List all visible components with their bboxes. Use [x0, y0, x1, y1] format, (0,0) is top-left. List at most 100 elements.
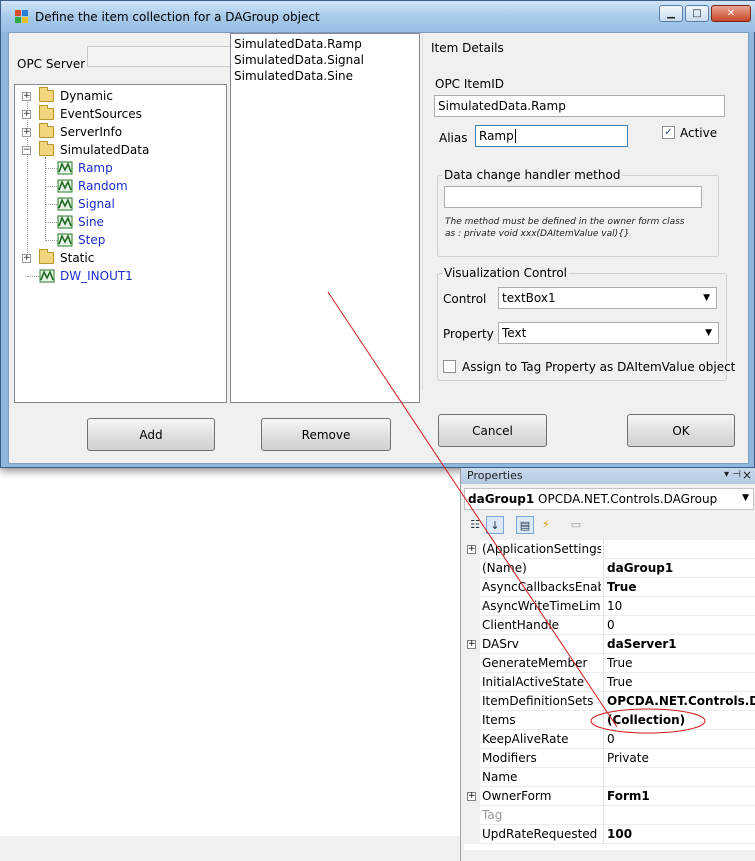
property-value[interactable]: Private [607, 751, 755, 765]
column-divider[interactable] [603, 559, 604, 578]
tree-node-simulateddata[interactable]: − SimulatedData [22, 141, 149, 159]
folder-open-icon [39, 141, 54, 156]
alphabetical-icon[interactable]: ↓ [486, 516, 504, 534]
tree-item-dw-inout1[interactable]: DW_INOUT1 [39, 267, 133, 285]
item-list[interactable]: SimulatedData.Ramp SimulatedData.Signal … [230, 33, 420, 403]
property-value[interactable]: daServer1 [607, 637, 755, 651]
opc-server-input[interactable] [87, 46, 231, 67]
column-divider[interactable] [603, 692, 604, 711]
tree-node-static[interactable]: + Static [22, 249, 94, 267]
active-checkbox[interactable]: ✓ [662, 126, 675, 139]
expand-icon[interactable]: + [467, 640, 476, 649]
properties-icon[interactable]: ▤ [516, 516, 534, 534]
object-selector[interactable]: daGroup1 OPCDA.NET.Controls.DAGroup ▼ [464, 488, 754, 510]
property-row[interactable]: ItemDefinitionSets OPCDA.NET.Controls.DAI… [464, 692, 755, 711]
property-pages-icon[interactable]: ▭ [567, 516, 585, 534]
property-row[interactable]: AsyncWriteTimeLimit 10 [464, 597, 755, 616]
column-divider[interactable] [603, 654, 604, 673]
cancel-button[interactable]: Cancel [438, 414, 547, 447]
tree-item-signal[interactable]: Signal [57, 195, 115, 213]
maximize-button[interactable]: □ [685, 5, 709, 22]
server-tree[interactable]: + Dynamic + EventSources + ServerInfo − … [14, 84, 227, 403]
tree-item-ramp[interactable]: Ramp [57, 159, 113, 177]
column-divider[interactable] [603, 825, 604, 844]
expand-icon[interactable]: + [22, 92, 31, 101]
itemid-input[interactable]: SimulatedData.Ramp [434, 95, 725, 117]
close-icon[interactable]: × [742, 468, 752, 482]
pin-icon[interactable]: ▾ ⊣ [724, 469, 741, 480]
list-item[interactable]: SimulatedData.Ramp [234, 37, 362, 51]
property-row[interactable]: + (ApplicationSettings) [464, 540, 755, 559]
column-divider[interactable] [603, 597, 604, 616]
property-row[interactable]: Items (Collection) [464, 711, 755, 730]
column-divider[interactable] [603, 635, 604, 654]
tree-node-serverinfo[interactable]: + ServerInfo [22, 123, 123, 141]
property-row[interactable]: + DASrv daServer1 [464, 635, 755, 654]
remove-button[interactable]: Remove [261, 418, 391, 451]
property-value[interactable]: 100 [607, 827, 755, 841]
categorized-icon[interactable]: ☷ [466, 516, 484, 534]
tree-item-sine[interactable]: Sine [57, 213, 104, 231]
events-icon[interactable]: ⚡ [537, 516, 555, 534]
column-divider[interactable] [603, 711, 604, 730]
column-divider[interactable] [603, 578, 604, 597]
property-row[interactable]: InitialActiveState True [464, 673, 755, 692]
property-row[interactable]: Name [464, 768, 755, 787]
property-value[interactable]: True [607, 656, 755, 670]
property-row[interactable]: KeepAliveRate 0 [464, 730, 755, 749]
property-row[interactable]: Modifiers Private [464, 749, 755, 768]
list-item[interactable]: SimulatedData.Sine [234, 69, 353, 83]
property-value[interactable]: 0 [607, 618, 755, 632]
column-divider[interactable] [603, 787, 604, 806]
property-row[interactable]: ClientHandle 0 [464, 616, 755, 635]
tree-node-dynamic[interactable]: + Dynamic [22, 87, 113, 105]
property-row[interactable]: AsyncCallbacksEnabled True [464, 578, 755, 597]
handler-method-input[interactable] [444, 186, 702, 208]
tree-node-label: ServerInfo [60, 125, 123, 139]
folder-icon [39, 123, 54, 138]
list-item[interactable]: SimulatedData.Signal [234, 53, 364, 67]
property-row[interactable]: Tag [464, 806, 755, 825]
property-row[interactable]: + OwnerForm Form1 [464, 787, 755, 806]
column-divider[interactable] [603, 768, 604, 787]
property-value[interactable]: (Collection) [607, 713, 755, 727]
assign-tag-checkbox[interactable] [443, 360, 456, 373]
property-row[interactable]: UpdRateRequested 100 [464, 825, 755, 844]
ok-button[interactable]: OK [627, 414, 735, 447]
tree-item-random[interactable]: Random [57, 177, 128, 195]
property-value[interactable]: Form1 [607, 789, 755, 803]
column-divider[interactable] [603, 806, 604, 825]
property-value[interactable]: 0 [607, 732, 755, 746]
column-divider[interactable] [603, 540, 604, 559]
property-row[interactable]: (Name) daGroup1 [464, 559, 755, 578]
tree-node-label: Ramp [78, 161, 113, 175]
expand-icon[interactable]: + [22, 128, 31, 137]
tree-node-label: DW_INOUT1 [60, 269, 133, 283]
property-value[interactable]: True [607, 580, 755, 594]
property-value[interactable]: True [607, 675, 755, 689]
opc-tag-icon [57, 233, 73, 247]
column-divider[interactable] [603, 673, 604, 692]
tree-item-step[interactable]: Step [57, 231, 105, 249]
alias-input[interactable]: Ramp [475, 125, 628, 147]
expand-icon[interactable]: + [467, 545, 476, 554]
property-select[interactable]: Text ▼ [498, 322, 719, 344]
property-value[interactable]: 10 [607, 599, 755, 613]
minimize-button[interactable]: ▁ [659, 5, 683, 22]
property-value[interactable]: OPCDA.NET.Controls.DAIte [607, 694, 755, 708]
dialog-titlebar[interactable]: Define the item collection for a DAGroup… [1, 1, 755, 32]
control-select[interactable]: textBox1 ▼ [498, 287, 717, 309]
collapse-icon[interactable]: − [22, 146, 31, 155]
expand-icon[interactable]: + [467, 792, 476, 801]
property-row[interactable]: GenerateMember True [464, 654, 755, 673]
column-divider[interactable] [603, 616, 604, 635]
column-divider[interactable] [603, 730, 604, 749]
add-button[interactable]: Add [87, 418, 215, 451]
property-name: AsyncWriteTimeLimit [482, 599, 601, 613]
expand-icon[interactable]: + [22, 254, 31, 263]
tree-node-eventsources[interactable]: + EventSources [22, 105, 142, 123]
expand-icon[interactable]: + [22, 110, 31, 119]
close-button[interactable]: ✕ [711, 5, 751, 22]
property-value[interactable]: daGroup1 [607, 561, 755, 575]
column-divider[interactable] [603, 749, 604, 768]
